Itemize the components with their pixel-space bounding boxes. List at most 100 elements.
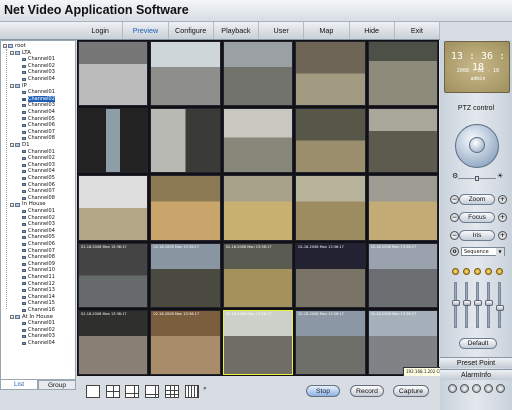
- expand-toggle-icon[interactable]: −: [10, 143, 14, 148]
- slider-knob[interactable]: [463, 300, 471, 306]
- layout-16-icon[interactable]: [185, 385, 199, 398]
- camera-view[interactable]: 02-18-2008 Mon 13:36:17: [367, 309, 438, 375]
- tree-channel[interactable]: Channel02: [22, 95, 55, 103]
- camera-view[interactable]: [295, 41, 366, 107]
- camera-view[interactable]: [222, 41, 294, 107]
- camera-view[interactable]: [150, 108, 221, 174]
- iris-button[interactable]: Iris: [459, 230, 495, 241]
- preset-nav-icon[interactable]: [472, 384, 481, 393]
- expand-toggle-icon[interactable]: −: [10, 202, 14, 207]
- volume-slider[interactable]: [496, 282, 504, 328]
- tab-list[interactable]: List: [0, 380, 38, 390]
- slider-knob[interactable]: [452, 300, 460, 306]
- tree-channel[interactable]: Channel05: [22, 116, 55, 123]
- saturation-slider[interactable]: [474, 282, 482, 328]
- tree-channel[interactable]: Channel06: [22, 122, 55, 129]
- menu-hide[interactable]: Hide: [350, 22, 395, 39]
- camera-view[interactable]: [150, 175, 221, 241]
- tree-channel[interactable]: Channel01: [22, 149, 55, 156]
- tree-channel[interactable]: Channel01: [22, 89, 55, 96]
- tree-channel[interactable]: Channel08: [22, 254, 55, 261]
- preset-nav-icon[interactable]: [484, 384, 493, 393]
- stop-button[interactable]: Stop: [306, 385, 340, 397]
- ptz-center-button[interactable]: [469, 137, 485, 153]
- zoom-in-icon[interactable]: +: [498, 195, 507, 204]
- tree-channel[interactable]: Channel04: [22, 228, 55, 235]
- expand-toggle-icon[interactable]: −: [10, 83, 14, 88]
- layout-more-icon[interactable]: »: [203, 385, 207, 392]
- tree-channel[interactable]: Channel02: [22, 215, 55, 222]
- tree-channel[interactable]: Channel12: [22, 281, 55, 288]
- expand-toggle-icon[interactable]: −: [10, 50, 14, 55]
- preset-point-panel[interactable]: Preset Point: [440, 357, 512, 368]
- preset-nav-icon[interactable]: [496, 384, 505, 393]
- tree-channel[interactable]: Channel06: [22, 182, 55, 189]
- ptz-speed-slider[interactable]: [458, 176, 496, 181]
- tree-channel[interactable]: Channel13: [22, 287, 55, 294]
- camera-view[interactable]: [150, 41, 221, 107]
- camera-view[interactable]: [222, 175, 294, 241]
- camera-view[interactable]: 02-18-2008 Mon 13:36:17: [295, 309, 366, 375]
- menu-user[interactable]: User: [259, 22, 305, 39]
- camera-view[interactable]: [295, 108, 366, 174]
- menu-preview[interactable]: Preview: [123, 22, 169, 39]
- hue-slider[interactable]: [485, 282, 493, 328]
- tree-channel[interactable]: Channel04: [22, 168, 55, 175]
- expand-toggle-icon[interactable]: −: [3, 44, 7, 49]
- tree-channel[interactable]: Channel15: [22, 300, 55, 307]
- menu-login[interactable]: Login: [78, 22, 124, 39]
- tree-channel[interactable]: Channel07: [22, 248, 55, 255]
- default-button[interactable]: Default: [459, 338, 497, 349]
- tree-channel[interactable]: Channel04: [22, 76, 55, 83]
- device-tree[interactable]: − root − LTA Channel01 Channel02 Channel03 Chan…: [0, 40, 76, 380]
- sequence-icon[interactable]: o: [450, 247, 459, 256]
- video-grid[interactable]: 02-18-2008 Mon 13:36:17 02-18-2008 Mon 13…: [77, 40, 439, 376]
- focus-near-icon[interactable]: −: [450, 213, 459, 222]
- iris-close-icon[interactable]: −: [450, 231, 459, 240]
- camera-view[interactable]: [367, 41, 438, 107]
- tree-channel[interactable]: Channel04: [22, 340, 55, 347]
- focus-button[interactable]: Focus: [459, 212, 495, 223]
- tree-channel[interactable]: Channel09: [22, 261, 55, 268]
- tree-group[interactable]: − In House: [10, 201, 46, 208]
- contrast-slider[interactable]: [463, 282, 471, 328]
- tree-channel[interactable]: Channel03: [22, 102, 55, 109]
- tree-channel[interactable]: Channel02: [22, 63, 55, 70]
- tree-channel[interactable]: Channel03: [22, 69, 55, 76]
- tree-channel[interactable]: Channel16: [22, 307, 55, 314]
- camera-view[interactable]: 02-18-2008 Mon 13:36:17: [295, 242, 366, 308]
- camera-view[interactable]: 02-18-2008 Mon 13:36:17: [222, 309, 294, 375]
- alarm-info-panel[interactable]: AlarmInfo: [440, 369, 512, 380]
- camera-view[interactable]: [367, 108, 438, 174]
- layout-4-icon[interactable]: [106, 385, 120, 398]
- tree-channel[interactable]: Channel01: [22, 320, 55, 327]
- layout-6-icon[interactable]: [125, 385, 139, 398]
- camera-view[interactable]: [78, 108, 149, 174]
- tree-group[interactable]: − D1: [10, 142, 30, 149]
- camera-view[interactable]: [78, 41, 149, 107]
- tab-group[interactable]: Group: [38, 380, 76, 390]
- tree-group[interactable]: − At In House: [10, 314, 53, 321]
- camera-view[interactable]: [367, 175, 438, 241]
- iris-open-icon[interactable]: +: [498, 231, 507, 240]
- zoom-out-icon[interactable]: −: [450, 195, 459, 204]
- camera-view[interactable]: 02-18-2008 Mon 13:36:17: [78, 309, 149, 375]
- zoom-button[interactable]: Zoom: [459, 194, 495, 205]
- tree-channel[interactable]: Channel04: [22, 109, 55, 116]
- tree-channel[interactable]: Channel10: [22, 267, 55, 274]
- capture-button[interactable]: Capture: [393, 385, 429, 397]
- menu-configure[interactable]: Configure: [169, 22, 214, 39]
- layout-1-icon[interactable]: [86, 385, 100, 398]
- camera-view[interactable]: [222, 108, 294, 174]
- tree-channel[interactable]: Channel07: [22, 129, 55, 136]
- tree-channel[interactable]: Channel01: [22, 208, 55, 215]
- slider-knob[interactable]: [485, 300, 493, 306]
- chevron-down-icon[interactable]: ▼: [496, 248, 504, 256]
- camera-view[interactable]: 02-18-2008 Mon 13:36:17: [150, 309, 221, 375]
- tree-channel[interactable]: Channel03: [22, 162, 55, 169]
- expand-toggle-icon[interactable]: −: [10, 314, 14, 319]
- brightness-slider[interactable]: [452, 282, 460, 328]
- tree-channel[interactable]: Channel02: [22, 327, 55, 334]
- tree-channel[interactable]: Channel08: [22, 135, 55, 142]
- tree-channel[interactable]: Channel08: [22, 195, 55, 202]
